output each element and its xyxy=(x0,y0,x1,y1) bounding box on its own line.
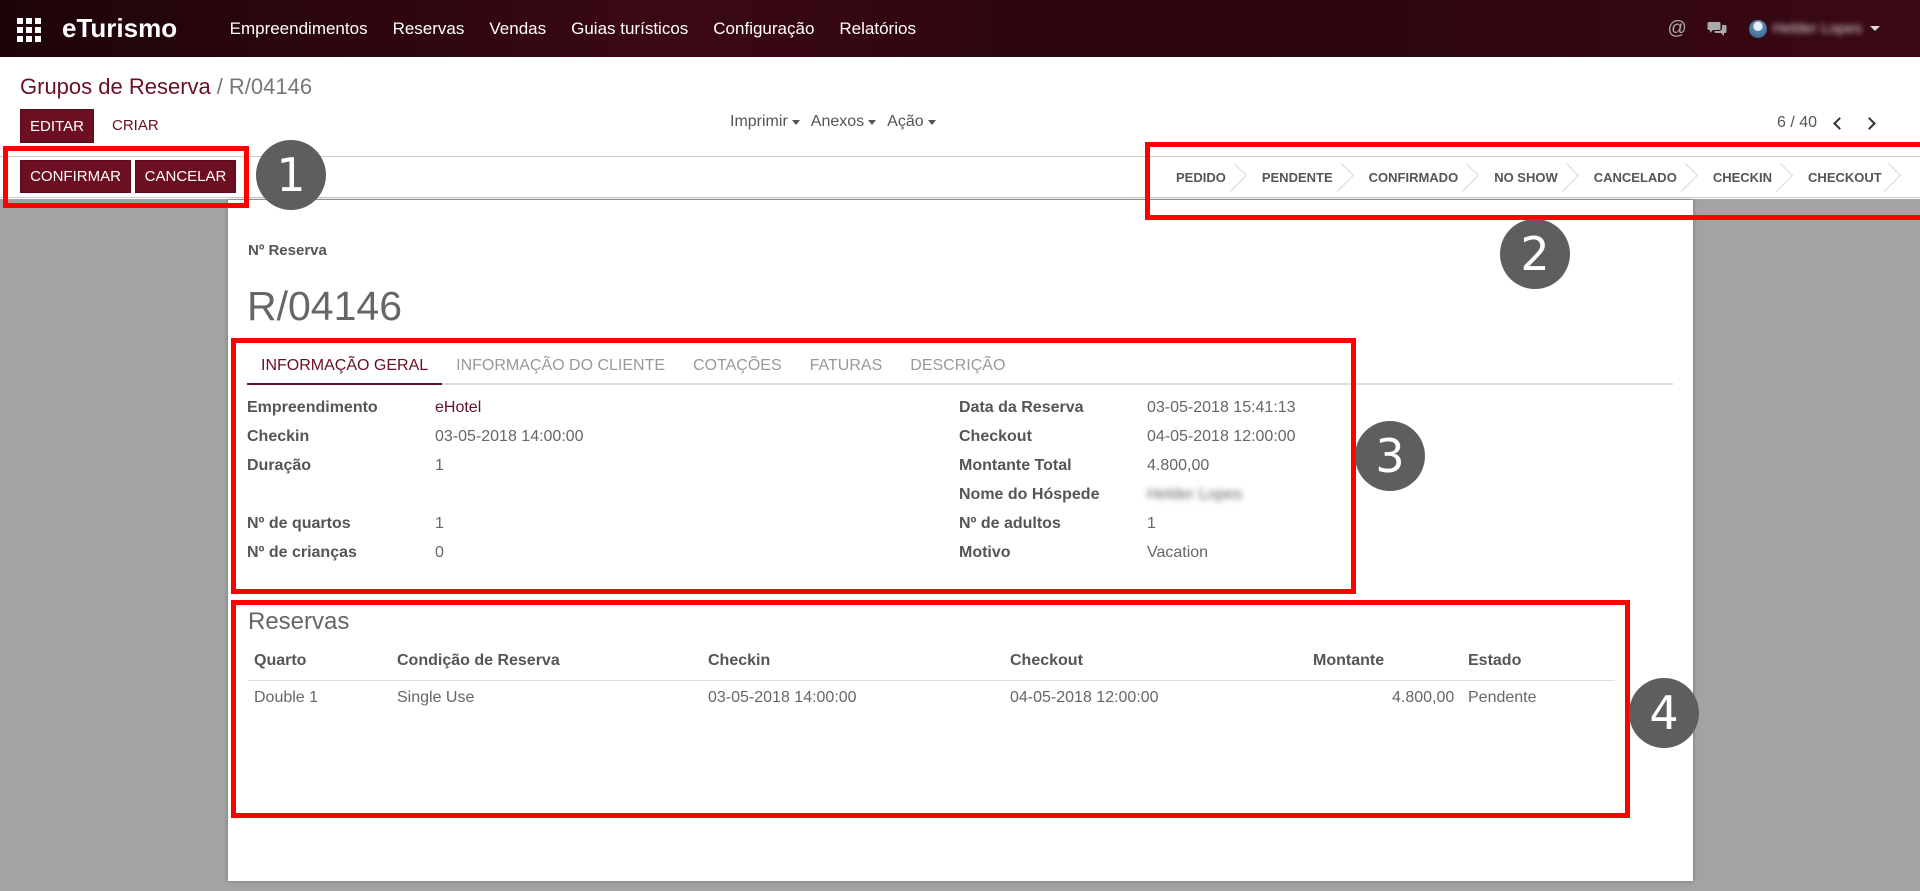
brand-title: eTurismo xyxy=(62,13,178,43)
menu-item-empreendimentos[interactable]: Empreendimentos xyxy=(217,19,380,39)
avatar xyxy=(1748,19,1767,38)
pager: 6 / 40 xyxy=(1777,114,1876,132)
edit-button[interactable]: EDITAR xyxy=(20,109,94,143)
annotation-box-3 xyxy=(231,338,1356,594)
menu-item-vendas[interactable]: Vendas xyxy=(477,19,559,39)
breadcrumb-current: R/04146 xyxy=(228,74,313,99)
pager-value[interactable]: 6 / 40 xyxy=(1777,114,1817,132)
reservation-number: R/04146 xyxy=(247,283,403,329)
menu-item-relatorios[interactable]: Relatórios xyxy=(827,19,929,39)
chevron-right-icon[interactable] xyxy=(1863,116,1876,130)
menu-item-configuracao[interactable]: Configuração xyxy=(701,19,827,39)
chevron-down-icon xyxy=(1870,26,1880,31)
chat-icon[interactable] xyxy=(1707,21,1727,37)
annotation-marker-3: 3 xyxy=(1355,421,1425,491)
navbar-right: @ Helder Lopes xyxy=(1667,0,1920,57)
mentions-icon[interactable]: @ xyxy=(1667,18,1686,40)
breadcrumb-separator: / xyxy=(216,74,223,99)
chevron-left-icon[interactable] xyxy=(1833,116,1846,130)
breadcrumb-parent[interactable]: Grupos de Reserva xyxy=(20,74,211,99)
action-dropdown[interactable]: Ação xyxy=(887,113,936,131)
caret-down-icon xyxy=(791,119,800,125)
print-label: Imprimir xyxy=(730,113,788,130)
user-menu[interactable]: Helder Lopes xyxy=(1748,19,1880,38)
caret-down-icon xyxy=(927,119,936,125)
user-name: Helder Lopes xyxy=(1772,20,1862,37)
apps-grid-icon[interactable] xyxy=(17,17,41,42)
print-dropdown[interactable]: Imprimir xyxy=(730,113,800,131)
menu-item-guias[interactable]: Guias turísticos xyxy=(559,19,701,39)
annotation-box-1 xyxy=(3,146,249,208)
action-label: Ação xyxy=(887,113,924,130)
create-button[interactable]: CRIAR xyxy=(112,117,159,134)
annotation-marker-4: 4 xyxy=(1629,678,1699,748)
annotation-box-4 xyxy=(231,600,1630,818)
breadcrumb: Grupos de Reserva / R/04146 xyxy=(20,74,312,100)
menu-item-reservas[interactable]: Reservas xyxy=(380,19,477,39)
annotation-box-2 xyxy=(1145,142,1920,220)
annotation-marker-1: 1 xyxy=(256,140,326,210)
attachments-label: Anexos xyxy=(810,113,865,130)
annotation-marker-2: 2 xyxy=(1500,219,1570,289)
top-navbar: eTurismo Empreendimentos Reservas Vendas… xyxy=(0,0,1920,57)
caret-down-icon xyxy=(868,119,877,125)
reservation-number-label: Nº Reserva xyxy=(248,242,327,259)
main-menu: Empreendimentos Reservas Vendas Guias tu… xyxy=(217,19,928,39)
attachments-dropdown[interactable]: Anexos xyxy=(810,113,877,131)
action-menus: Imprimir Anexos Ação xyxy=(730,113,947,131)
